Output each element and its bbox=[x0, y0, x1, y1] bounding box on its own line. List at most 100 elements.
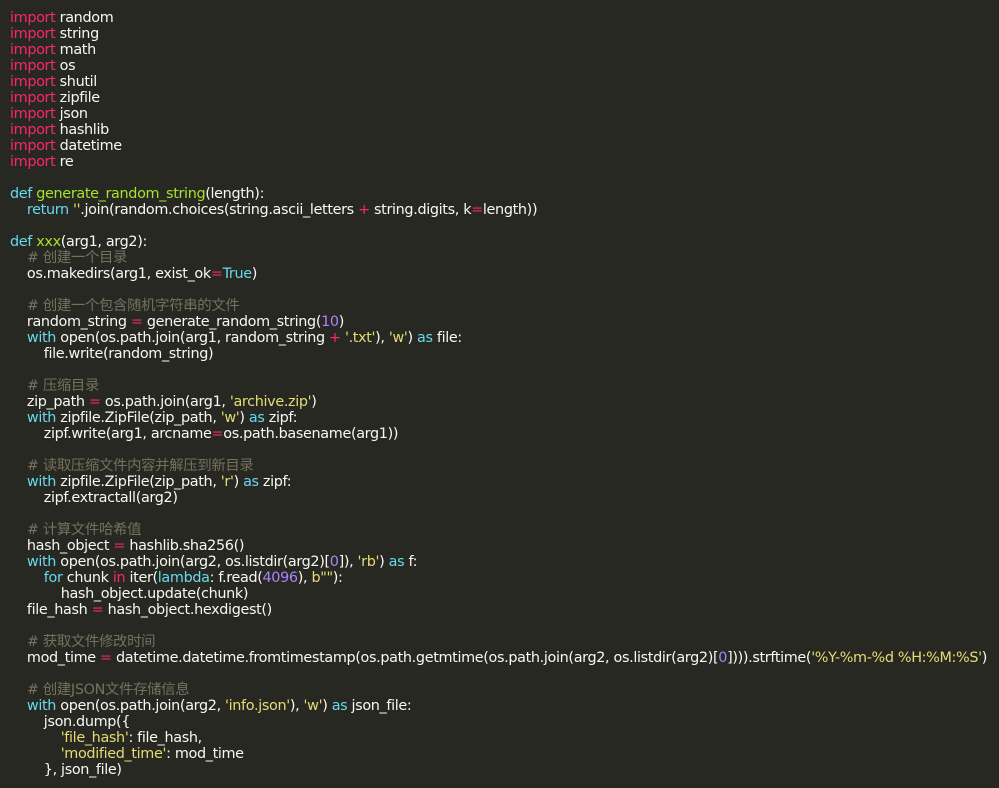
code-token: zipf.write(arg1, arcname bbox=[10, 426, 212, 442]
code-token: }, json_file) bbox=[10, 762, 122, 778]
code-token: json_file: bbox=[347, 698, 412, 714]
string-token: b"" bbox=[311, 570, 333, 586]
definition-token: as bbox=[243, 474, 259, 490]
code-token: datetime bbox=[55, 138, 123, 154]
code-line: def xxx(arg1, arg2): bbox=[10, 234, 999, 250]
code-line: zip_path = os.path.join(arg1, 'archive.z… bbox=[10, 394, 999, 410]
code-token: open(os.path.join(arg2, os.listdir(arg2)… bbox=[56, 554, 330, 570]
code-token: shutil bbox=[55, 74, 98, 90]
comment-token: # 创建一个包含随机字符串的文件 bbox=[26, 298, 240, 314]
code-token: zipfile.ZipFile(zip_path, bbox=[56, 474, 221, 490]
code-token: ) bbox=[251, 266, 258, 282]
code-line: }, json_file) bbox=[10, 762, 999, 778]
code-token: : f.read( bbox=[209, 570, 263, 586]
definition-token: for bbox=[43, 570, 63, 586]
definition-token: as bbox=[248, 410, 265, 426]
code-line: # 创建JSON文件存储信息 bbox=[10, 682, 999, 698]
code-token: : mod_time bbox=[166, 746, 244, 762]
code-token: random_string bbox=[10, 314, 131, 330]
keyword-token: import bbox=[10, 106, 56, 122]
code-line: 'modified_time': mod_time bbox=[10, 746, 999, 762]
code-token: os.path.basename(arg1)) bbox=[223, 426, 399, 442]
comment-token: # 读取压缩文件内容并解压到新目录 bbox=[26, 458, 254, 474]
code-token: re bbox=[55, 154, 74, 170]
code-line: import hashlib bbox=[10, 122, 999, 138]
code-line: def generate_random_string(length): bbox=[10, 186, 999, 202]
comment-token: # 计算文件哈希值 bbox=[26, 522, 142, 538]
comment-token: # 创建一个目录 bbox=[26, 250, 128, 266]
comment-token: # 压缩目录 bbox=[26, 378, 100, 394]
definition-token: with bbox=[26, 474, 57, 490]
code-token: f: bbox=[404, 554, 418, 570]
code-line: for chunk in iter(lambda: f.read(4096), … bbox=[10, 570, 999, 586]
code-token: file: bbox=[432, 330, 462, 346]
operator-token: = bbox=[211, 426, 224, 442]
code-line: import random bbox=[10, 10, 999, 26]
keyword-token: import bbox=[10, 138, 56, 154]
code-line: # 创建一个目录 bbox=[10, 250, 999, 266]
code-token: hash_object.update(chunk) bbox=[10, 586, 249, 602]
definition-token: with bbox=[26, 554, 57, 570]
code-token: hash_object.hexdigest() bbox=[103, 602, 273, 618]
comment-token: # 创建JSON文件存储信息 bbox=[26, 682, 190, 698]
string-token: 'r' bbox=[220, 474, 234, 490]
string-token: 'archive.zip' bbox=[229, 394, 312, 410]
string-token: 'w' bbox=[220, 410, 240, 426]
code-line: mod_time = datetime.datetime.fromtimesta… bbox=[10, 650, 999, 666]
code-area[interactable]: import random import string import math imp… bbox=[10, 10, 999, 778]
code-token: zipf.extractall(arg2) bbox=[10, 490, 178, 506]
code-token: ) bbox=[407, 330, 418, 346]
code-token: ) bbox=[233, 474, 244, 490]
keyword-token: import bbox=[10, 154, 56, 170]
code-token: file_hash bbox=[10, 602, 92, 618]
code-token: ) bbox=[379, 554, 389, 570]
definition-token: True bbox=[222, 266, 253, 282]
code-token: datetime.datetime.fromtimestamp(os.path.… bbox=[111, 650, 719, 666]
code-token: .join(random.choices(string.ascii_letter… bbox=[80, 202, 359, 218]
code-token: hash_object bbox=[10, 538, 114, 554]
string-token: 'w' bbox=[388, 330, 408, 346]
code-line: hash_object = hashlib.sha256() bbox=[10, 538, 999, 554]
operator-token: = bbox=[130, 314, 143, 330]
code-token: ) bbox=[981, 650, 988, 666]
number-token: 0 bbox=[718, 650, 728, 666]
string-token: 'rb' bbox=[357, 554, 380, 570]
code-line: hash_object.update(chunk) bbox=[10, 586, 999, 602]
code-line: file_hash = hash_object.hexdigest() bbox=[10, 602, 999, 618]
code-line: json.dump({ bbox=[10, 714, 999, 730]
code-line: with zipfile.ZipFile(zip_path, 'r') as z… bbox=[10, 474, 999, 490]
number-token: 0 bbox=[329, 554, 339, 570]
keyword-token: import bbox=[10, 10, 56, 26]
code-token: open(os.path.join(arg2, bbox=[56, 698, 226, 714]
definition-token: with bbox=[26, 330, 57, 346]
code-token: os.path.join(arg1, bbox=[100, 394, 230, 410]
code-editor[interactable]: import random import string import math imp… bbox=[0, 0, 999, 788]
code-token: ) bbox=[311, 394, 317, 410]
string-token: 'info.json' bbox=[225, 698, 290, 714]
operator-token: = bbox=[100, 650, 112, 666]
code-token: iter( bbox=[125, 570, 159, 586]
number-token: 4096 bbox=[262, 570, 299, 586]
code-line: import string bbox=[10, 26, 999, 42]
code-token: zipf: bbox=[258, 474, 292, 490]
code-token: : file_hash, bbox=[128, 730, 202, 746]
definition-token: return bbox=[26, 202, 69, 218]
operator-token: = bbox=[91, 602, 104, 618]
code-line: zipf.extractall(arg2) bbox=[10, 490, 999, 506]
